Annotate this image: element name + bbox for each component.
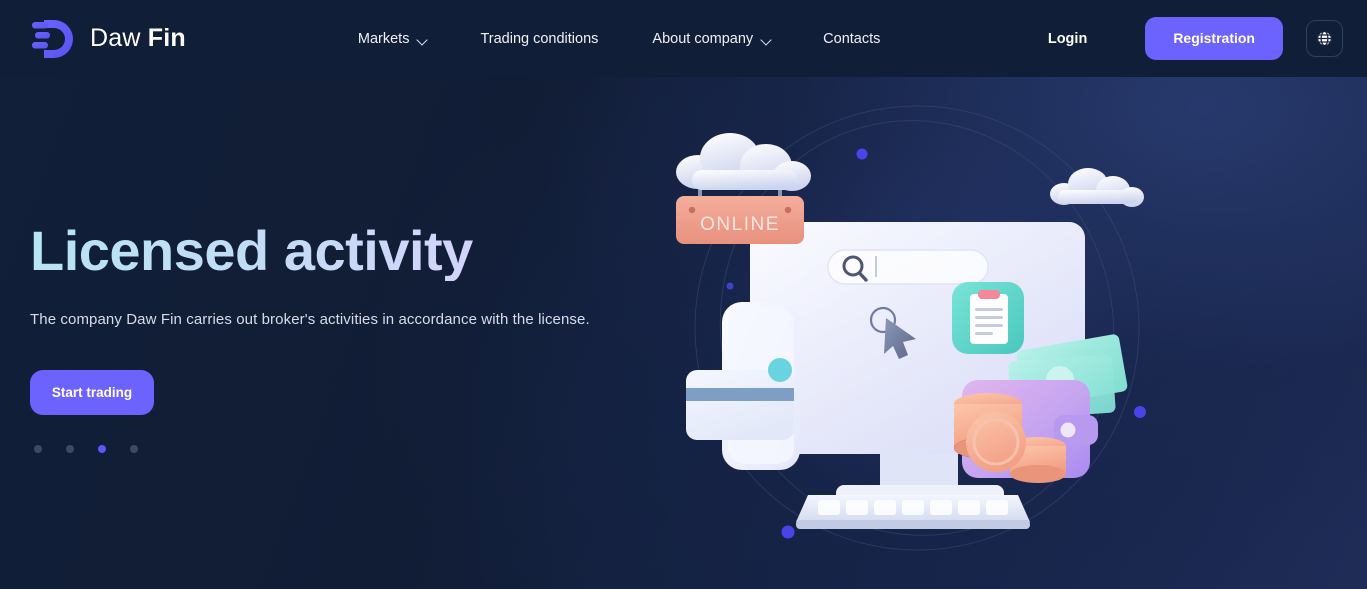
brand-name-second: Fin — [147, 24, 186, 52]
search-bar-icon — [827, 249, 989, 285]
hero-title: Licensed activity — [30, 221, 650, 281]
main-navigation: Markets Trading conditions About company… — [358, 25, 881, 53]
nav-item-about-company[interactable]: About company — [652, 25, 773, 53]
online-sign-text: ONLINE — [700, 214, 780, 235]
dawfin-d-logo-icon — [32, 19, 73, 58]
login-link[interactable]: Login — [1048, 31, 1087, 47]
brand-name: Daw Fin — [90, 24, 186, 53]
header-actions: Login Registration — [1048, 17, 1343, 60]
brand-logo-link[interactable]: Daw Fin — [30, 16, 186, 62]
carousel-dot-4[interactable] — [130, 444, 138, 453]
language-switcher-button[interactable] — [1306, 20, 1343, 57]
nav-label-about-company: About company — [652, 30, 754, 47]
clipboard-icon — [952, 282, 1024, 354]
chevron-down-icon — [418, 36, 429, 43]
carousel-dots — [30, 444, 650, 453]
site-header: Daw Fin Markets Trading conditions About… — [0, 0, 1367, 77]
hero-illustration: ONLINE — [640, 70, 1200, 589]
nav-label-trading-conditions: Trading conditions — [480, 30, 599, 47]
nav-label-markets: Markets — [357, 30, 410, 47]
hero-content: Licensed activity The company Daw Fin ca… — [30, 221, 650, 453]
landing-page: Daw Fin Markets Trading conditions About… — [0, 0, 1367, 589]
nav-item-contacts[interactable]: Contacts — [823, 25, 880, 53]
nav-item-trading-conditions[interactable]: Trading conditions — [480, 25, 598, 53]
nav-item-markets[interactable]: Markets — [358, 25, 430, 53]
start-trading-button[interactable]: Start trading — [30, 369, 154, 415]
carousel-dot-1[interactable] — [34, 444, 42, 453]
chevron-down-icon — [762, 36, 773, 43]
keyboard-icon — [796, 495, 1030, 529]
nav-label-contacts: Contacts — [823, 30, 881, 47]
hero-illustration-svg: ONLINE — [670, 95, 1170, 555]
registration-button[interactable]: Registration — [1145, 17, 1283, 60]
hero-subtitle: The company Daw Fin carries out broker's… — [30, 310, 590, 328]
globe-icon — [1317, 30, 1332, 47]
brand-name-first: Daw — [90, 24, 141, 52]
carousel-dot-3[interactable] — [98, 444, 106, 453]
credit-card-icon — [686, 358, 794, 440]
carousel-dot-2[interactable] — [66, 444, 74, 453]
